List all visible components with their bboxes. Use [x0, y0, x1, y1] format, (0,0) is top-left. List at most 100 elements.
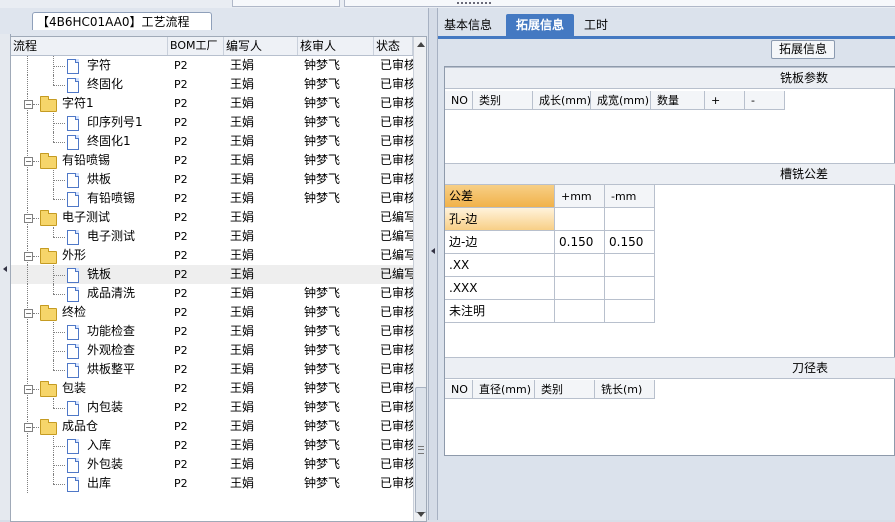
tree-row[interactable]: 电子测试 P2 王娟 已编写	[11, 227, 413, 246]
tree-row[interactable]: − 有铅喷锡 P2 王娟 钟梦飞 已审核	[11, 151, 413, 170]
tree-grid-header: 流程 BOM工厂 编写人 核审人 状态	[11, 37, 413, 56]
tree-guide-line	[53, 237, 65, 238]
status-cell: 已审核	[380, 77, 413, 91]
tree-row[interactable]: 烘板整平 P2 王娟 钟梦飞 已审核	[11, 360, 413, 379]
tree-row[interactable]: 印序列号1 P2 王娟 钟梦飞 已审核	[11, 113, 413, 132]
milling-column-header[interactable]: NO	[445, 91, 473, 110]
tolerance-input-cell[interactable]	[555, 300, 605, 323]
collapse-icon[interactable]: −	[24, 157, 33, 166]
tolerance-input-cell[interactable]	[555, 254, 605, 277]
tab-extended-info[interactable]: 拓展信息	[506, 14, 574, 36]
column-header-writer[interactable]: 编写人	[224, 37, 298, 55]
milling-column-header[interactable]: 成长(mm)	[533, 91, 591, 110]
process-tree-grid: 流程 BOM工厂 编写人 核审人 状态 字符 P2 王娟 钟梦飞 已审核 终固化 P2 王娟钟…	[10, 36, 427, 522]
bom-cell: P2	[174, 439, 188, 452]
tolerance-input-cell[interactable]	[605, 277, 655, 300]
status-cell: 已编写	[380, 229, 413, 243]
tree-row[interactable]: − 外形 P2 王娟 已编写	[11, 246, 413, 265]
tree-guide-line	[53, 294, 65, 295]
tolerance-input-cell[interactable]	[605, 300, 655, 323]
collapse-icon[interactable]: −	[24, 214, 33, 223]
column-header-flow[interactable]: 流程	[11, 37, 168, 55]
tool-column-header[interactable]: 铣长(m)	[595, 380, 655, 399]
writer-cell: 王娟	[230, 419, 255, 433]
collapse-left-icon[interactable]	[3, 266, 7, 272]
tree-node-label: 字符1	[62, 96, 94, 110]
tree-row[interactable]: − 字符1 P2 王娟 钟梦飞 已审核	[11, 94, 413, 113]
tree-guide-line	[53, 465, 65, 466]
column-header-reviewer[interactable]: 核审人	[298, 37, 374, 55]
reviewer-cell: 钟梦飞	[304, 134, 341, 148]
column-header-status[interactable]: 状态	[374, 37, 413, 55]
writer-cell: 王娟	[230, 77, 255, 91]
scroll-down-icon[interactable]	[417, 512, 425, 517]
tab-basic-info[interactable]: 基本信息	[440, 14, 496, 36]
tool-column-header[interactable]: 类别	[535, 380, 595, 399]
collapse-arrow-icon[interactable]	[431, 248, 435, 254]
tool-column-header[interactable]: NO	[445, 380, 473, 399]
bom-cell: P2	[174, 477, 188, 490]
tree-row[interactable]: 终固化1 P2 王娟 钟梦飞 已审核	[11, 132, 413, 151]
tree-guide-line	[53, 85, 65, 86]
reviewer-cell: 钟梦飞	[304, 324, 341, 338]
collapse-icon[interactable]: −	[24, 385, 33, 394]
milling-column-header[interactable]: 类别	[473, 91, 533, 110]
panel-splitter[interactable]	[428, 8, 438, 520]
scroll-thumb[interactable]	[415, 387, 426, 513]
bom-cell: P2	[174, 97, 188, 110]
tree-row[interactable]: 字符 P2 王娟 钟梦飞 已审核	[11, 56, 413, 75]
tree-row[interactable]: 内包装 P2 王娟 钟梦飞 已审核	[11, 398, 413, 417]
process-flow-panel: 【4B6HC01AA0】工艺流程 流程 BOM工厂 编写人 核审人 状态 字符 P…	[0, 8, 428, 522]
tree-row[interactable]: 外观检查 P2 王娟 钟梦飞 已审核	[11, 341, 413, 360]
tree-row[interactable]: 入库 P2 王娟 钟梦飞 已审核	[11, 436, 413, 455]
milling-column-header[interactable]: 数量	[651, 91, 705, 110]
collapse-icon[interactable]: −	[24, 423, 33, 432]
scroll-up-icon[interactable]	[417, 42, 425, 47]
tree-row[interactable]: 烘板 P2 王娟 钟梦飞 已审核	[11, 170, 413, 189]
process-flow-tab[interactable]: 【4B6HC01AA0】工艺流程	[32, 12, 212, 30]
collapse-icon[interactable]: −	[24, 100, 33, 109]
tree-row[interactable]: 功能检查 P2 王娟 钟梦飞 已审核	[11, 322, 413, 341]
column-header-bom[interactable]: BOM工厂	[168, 37, 224, 55]
tree-row[interactable]: − 包装 P2 王娟 钟梦飞 已审核	[11, 379, 413, 398]
folder-icon	[40, 381, 57, 397]
tree-node-label: 有铅喷锡	[62, 153, 111, 167]
tree-row[interactable]: 终固化 P2 王娟 钟梦飞 已审核	[11, 75, 413, 94]
extended-info-button[interactable]: 拓展信息	[771, 40, 835, 59]
status-cell: 已审核	[380, 476, 413, 490]
status-cell: 已编写	[380, 267, 413, 281]
tree-row[interactable]: 成品清洗 P2 王娟 钟梦飞 已审核	[11, 284, 413, 303]
tolerance-input-cell[interactable]: 0.150	[555, 231, 605, 254]
milling-column-header[interactable]: -	[745, 91, 785, 110]
status-cell: 已审核	[380, 172, 413, 186]
tree-row[interactable]: − 成品仓 P2 王娟 钟梦飞 已审核	[11, 417, 413, 436]
tree-row[interactable]: 有铅喷锡 P2 王娟 钟梦飞 已审核	[11, 189, 413, 208]
tree-guide-line	[27, 132, 28, 151]
folder-icon	[40, 305, 57, 321]
tree-row[interactable]: − 终检 P2 王娟 钟梦飞 已审核	[11, 303, 413, 322]
tree-row[interactable]: 出库 P2 王娟 钟梦飞 已审核	[11, 474, 413, 493]
reviewer-cell: 钟梦飞	[304, 153, 341, 167]
splitter-grip-icon[interactable]	[456, 1, 492, 5]
tree-row[interactable]: 铣板 P2 王娟 已编写	[11, 265, 413, 284]
tolerance-input-cell[interactable]	[555, 277, 605, 300]
tree-guide-line	[53, 474, 54, 484]
detail-panel: 基本信息 拓展信息 工时 拓展信息 铣板参数 NO 类别 成长(mm) 成宽(mm) 数…	[438, 8, 895, 520]
tree-row[interactable]: 外包装 P2 王娟 钟梦飞 已审核	[11, 455, 413, 474]
tool-column-header[interactable]: 直径(mm)	[473, 380, 535, 399]
document-icon	[67, 116, 79, 131]
tolerance-column-header: +mm	[555, 185, 605, 208]
milling-column-header[interactable]: 成宽(mm)	[591, 91, 651, 110]
milling-column-header[interactable]: +	[705, 91, 745, 110]
tree-row[interactable]: − 电子测试 P2 王娟 已编写	[11, 208, 413, 227]
tolerance-input-cell[interactable]	[555, 208, 605, 231]
tree-scrollbar[interactable]	[413, 37, 426, 521]
tab-work-hours[interactable]: 工时	[580, 14, 612, 36]
tolerance-input-cell[interactable]	[605, 254, 655, 277]
collapse-icon[interactable]: −	[24, 252, 33, 261]
collapse-icon[interactable]: −	[24, 309, 33, 318]
tree-guide-line	[53, 180, 65, 181]
tolerance-input-cell[interactable]: 0.150	[605, 231, 655, 254]
tree-guide-line	[33, 218, 39, 219]
tolerance-input-cell[interactable]	[605, 208, 655, 231]
